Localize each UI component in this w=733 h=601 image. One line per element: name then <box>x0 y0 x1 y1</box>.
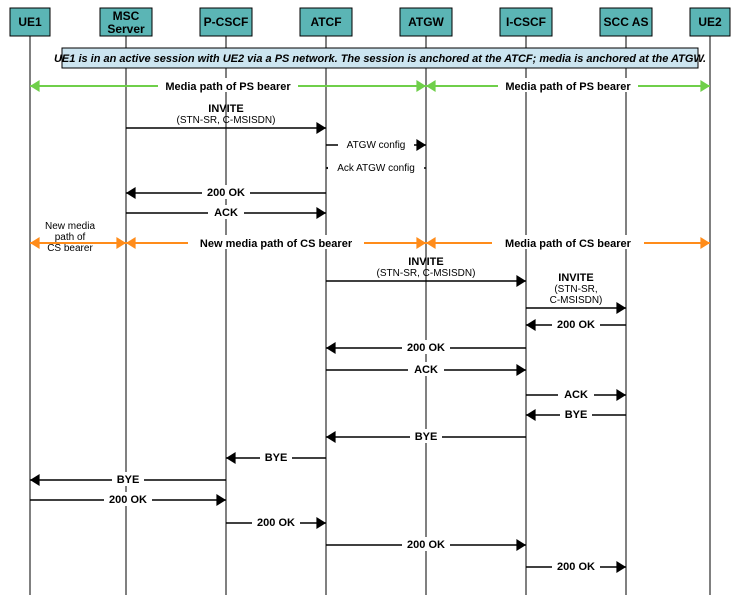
actor-label-ue2: UE2 <box>698 15 722 29</box>
actor-label-icscf: I-CSCF <box>506 15 546 29</box>
actor-label-pcscf: P-CSCF <box>204 15 249 29</box>
msg-ack1: ACK <box>214 207 238 219</box>
svg-text:Server: Server <box>107 22 145 36</box>
actor-label-sccas: SCC AS <box>604 15 649 29</box>
ps-path-right: Media path of PS bearer <box>505 81 631 93</box>
note-text: UE1 is in an active session with UE2 via… <box>54 53 706 65</box>
svg-text:200 OK: 200 OK <box>557 561 595 573</box>
svg-text:path of: path of <box>55 232 86 243</box>
svg-text:200 OK: 200 OK <box>109 494 147 506</box>
svg-text:200 OK: 200 OK <box>407 539 445 551</box>
svg-text:200 OK: 200 OK <box>257 517 295 529</box>
actor-label-atgw: ATGW <box>408 15 444 29</box>
svg-text:(STN-SR, C-MSISDN): (STN-SR, C-MSISDN) <box>377 268 476 279</box>
svg-text:CS bearer: CS bearer <box>47 243 93 254</box>
msg-invite1-sub: (STN-SR, C-MSISDN) <box>177 115 276 126</box>
msg-atgw-ack: Ack ATGW config <box>337 163 415 174</box>
svg-text:ACK: ACK <box>414 364 438 376</box>
svg-text:BYE: BYE <box>265 452 288 464</box>
cs-path-right: Media path of CS bearer <box>505 238 632 250</box>
svg-text:New media: New media <box>45 221 95 232</box>
ps-path-left: Media path of PS bearer <box>165 81 291 93</box>
actor-label-ue1: UE1 <box>18 15 42 29</box>
svg-text:200 OK: 200 OK <box>557 319 595 331</box>
svg-text:(STN-SR,: (STN-SR, <box>554 284 597 295</box>
cs-path-center: New media path of CS bearer <box>200 238 353 250</box>
sequence-diagram: UE1 MSCServer P-CSCF ATCF ATGW I-CSCF SCC AS UE… <box>0 0 733 601</box>
msg-200ok-1: 200 OK <box>207 187 245 199</box>
msg-invite1: INVITE <box>208 103 243 115</box>
actor-label-atcf: ATCF <box>310 15 341 29</box>
svg-text:BYE: BYE <box>565 409 588 421</box>
msg-invite3: INVITE <box>558 272 593 284</box>
svg-text:ACK: ACK <box>564 389 588 401</box>
msg-invite2: INVITE <box>408 256 443 268</box>
svg-text:BYE: BYE <box>415 431 438 443</box>
msg-atgw-cfg: ATGW config <box>347 140 406 151</box>
svg-text:C-MSISDN): C-MSISDN) <box>550 295 603 306</box>
svg-text:MSC: MSC <box>113 9 140 23</box>
svg-text:BYE: BYE <box>117 474 140 486</box>
svg-text:200 OK: 200 OK <box>407 342 445 354</box>
